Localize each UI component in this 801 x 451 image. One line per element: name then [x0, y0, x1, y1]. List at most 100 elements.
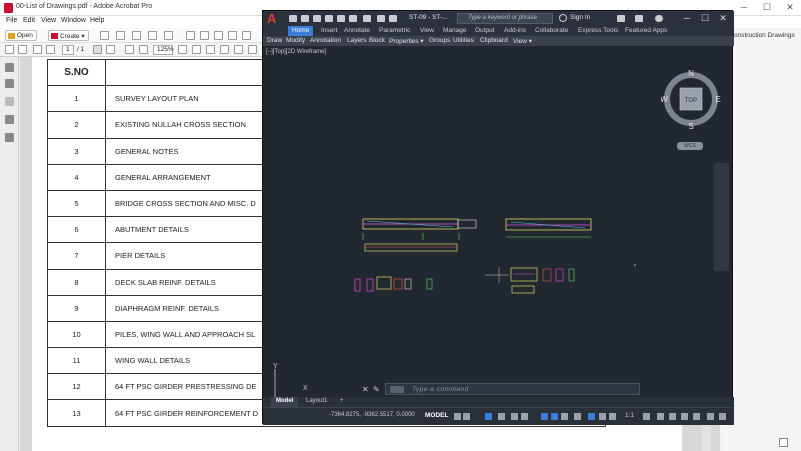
command-line[interactable]: Type a command [385, 383, 640, 395]
comment-icon[interactable] [200, 31, 209, 40]
minimize-button[interactable]: ─ [737, 1, 751, 14]
snapshot-icon[interactable] [234, 45, 243, 54]
autoscale-icon[interactable] [599, 413, 606, 420]
save-icon[interactable] [313, 15, 321, 22]
wcs-menu[interactable]: WCS [677, 142, 703, 150]
plot-icon[interactable] [377, 15, 385, 22]
select-tool-icon[interactable] [93, 45, 102, 54]
cloud-icon[interactable] [132, 31, 141, 40]
model-space-toggle[interactable]: MODEL [425, 412, 448, 419]
page-number-input[interactable]: 1 [62, 45, 74, 55]
transparency-icon[interactable] [561, 413, 568, 420]
print-icon[interactable] [116, 31, 125, 40]
selection-cycling-icon[interactable] [574, 413, 581, 420]
tab-parametric[interactable]: Parametric [379, 27, 410, 34]
tab-annotate[interactable]: Annotate [344, 27, 370, 34]
panel-modify[interactable]: Modify [286, 37, 305, 44]
open-button[interactable]: Open [5, 30, 37, 41]
maximize-button[interactable]: ☐ [760, 1, 774, 14]
object-snap-icon[interactable] [541, 413, 548, 420]
workspace-gear-icon[interactable] [643, 413, 650, 420]
compass-north[interactable]: N [688, 69, 694, 78]
rotate-icon[interactable] [192, 45, 201, 54]
tab-collaborate[interactable]: Collaborate [535, 27, 568, 34]
panel-properties[interactable]: Properties ▾ [389, 37, 424, 45]
command-close-icon[interactable]: ✕ [362, 385, 369, 394]
zoom-out-icon[interactable] [125, 45, 134, 54]
cloud-open-icon[interactable] [337, 15, 345, 22]
panel-draw[interactable]: Draw [267, 37, 282, 44]
menu-edit[interactable]: Edit [23, 17, 35, 24]
sign-icon[interactable] [242, 31, 251, 40]
viewport-controls[interactable]: [−][Top][2D Wireframe] [266, 49, 326, 55]
share-icon[interactable] [389, 15, 397, 22]
create-button[interactable]: Create ▾ [48, 30, 89, 41]
command-input[interactable]: Type a command [412, 386, 469, 393]
next-arrow-icon[interactable] [18, 45, 27, 54]
page-thumbnails-icon[interactable] [5, 63, 14, 72]
tab-home[interactable]: Home [288, 26, 314, 36]
grid-icon[interactable] [454, 413, 461, 420]
compass-west[interactable]: W [661, 95, 668, 104]
polar-icon[interactable] [498, 413, 505, 420]
tab-express-tools[interactable]: Express Tools [578, 27, 618, 34]
page-down-icon[interactable] [46, 45, 55, 54]
prev-arrow-icon[interactable] [5, 45, 14, 54]
navigation-bar[interactable] [714, 163, 729, 271]
save-icon[interactable] [100, 31, 109, 40]
ortho-icon[interactable] [485, 413, 492, 420]
tab-featured-apps[interactable]: Featured Apps [625, 27, 667, 34]
menu-window[interactable]: Window [61, 17, 86, 24]
panel-groups[interactable]: Groups [429, 37, 450, 44]
lineweight-icon[interactable] [551, 413, 558, 420]
hand-tool-icon[interactable] [106, 45, 115, 54]
layers-icon[interactable] [5, 115, 14, 124]
help-icon[interactable] [655, 15, 663, 22]
cad-maximize-button[interactable]: ☐ [699, 12, 711, 24]
cad-minimize-button[interactable]: ─ [681, 12, 693, 24]
autocad-logo[interactable]: A [267, 12, 281, 25]
object-snap-tracking-icon[interactable] [521, 413, 528, 420]
isodraft-icon[interactable] [511, 413, 518, 420]
tab-addins[interactable]: Add-ins [504, 27, 526, 34]
email-icon[interactable] [148, 31, 157, 40]
settings-icon[interactable] [186, 31, 195, 40]
collapse-pane-icon[interactable] [779, 438, 788, 447]
menu-file[interactable]: File [6, 17, 17, 24]
stamp-icon[interactable] [228, 31, 237, 40]
annotation-visibility-icon[interactable] [588, 413, 595, 420]
cart-icon[interactable] [617, 15, 625, 22]
panel-utilities[interactable]: Utilities [453, 37, 474, 44]
viewcube[interactable]: TOP N S E W [661, 69, 721, 129]
panel-clipboard[interactable]: Clipboard [480, 37, 508, 44]
tab-model[interactable]: Model [271, 397, 299, 407]
redo-icon[interactable] [363, 15, 371, 22]
snap-icon[interactable] [463, 413, 470, 420]
page-up-icon[interactable] [33, 45, 42, 54]
save-as-icon[interactable] [325, 15, 333, 22]
sign-in-link[interactable]: Sign In [570, 14, 590, 21]
open-file-icon[interactable] [301, 15, 309, 22]
tab-view[interactable]: View [420, 27, 434, 34]
bookmarks-icon[interactable] [5, 79, 14, 88]
fit-page-icon[interactable] [178, 45, 187, 54]
panel-block[interactable]: Block [369, 37, 385, 44]
lock-ui-icon[interactable] [693, 413, 700, 420]
signatures-icon[interactable] [5, 133, 14, 142]
annotation-scale-value[interactable]: 1:1 [625, 412, 634, 419]
tab-manage[interactable]: Manage [443, 27, 467, 34]
units-icon[interactable] [669, 413, 676, 420]
panel-annotation[interactable]: Annotation [310, 37, 341, 44]
close-button[interactable]: ✕ [783, 1, 797, 14]
compass-east[interactable]: E [715, 95, 720, 104]
panel-view[interactable]: View ▾ [513, 37, 532, 45]
annotation-scale-icon[interactable] [609, 413, 616, 420]
customization-menu-icon[interactable] [719, 413, 726, 420]
panel-layers[interactable]: Layers [347, 37, 367, 44]
menu-view[interactable]: View [41, 17, 56, 24]
tab-output[interactable]: Output [475, 27, 495, 34]
share-icon[interactable] [164, 31, 173, 40]
attachments-icon[interactable] [5, 97, 14, 106]
read-mode-icon[interactable] [206, 45, 215, 54]
autodesk-a360-icon[interactable] [635, 15, 643, 22]
